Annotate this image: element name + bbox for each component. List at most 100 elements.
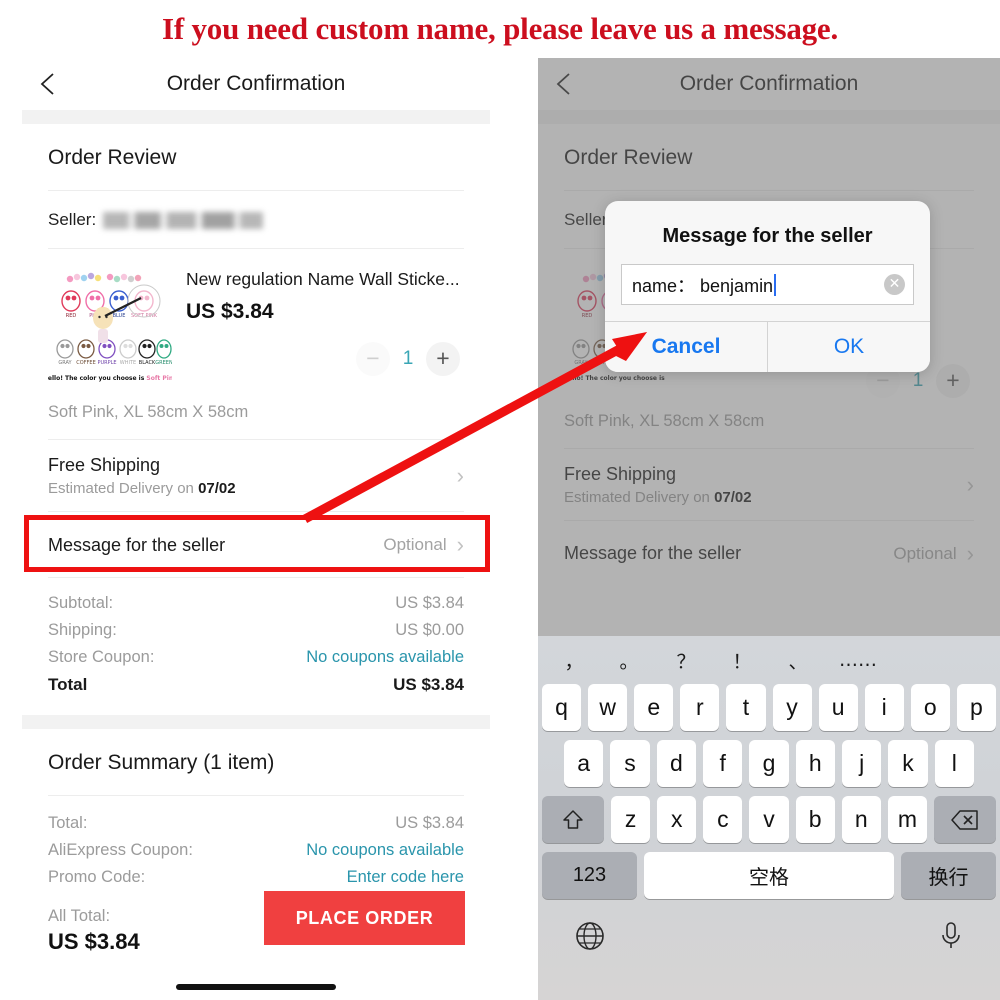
microphone-icon[interactable]: [938, 920, 964, 952]
svg-text:BLACK: BLACK: [139, 360, 156, 366]
totals-list: Subtotal: US $3.84 Shipping: US $0.00 St…: [48, 578, 464, 715]
navbar-right: Order Confirmation: [538, 58, 1000, 110]
shipping-row: Free Shipping Estimated Delivery on 07/0…: [564, 449, 974, 520]
seller-name-blurred: [103, 211, 264, 229]
key-p[interactable]: p: [956, 684, 996, 731]
summary-key: AliExpress Coupon:: [48, 841, 193, 859]
total-value: US $3.84: [395, 594, 464, 612]
total-row[interactable]: Store Coupon: No coupons available: [48, 644, 464, 671]
keyboard-row-3: z x c v b n m: [538, 796, 1000, 843]
summary-row[interactable]: Promo Code: Enter code here: [48, 864, 464, 891]
shipping-info: Free Shipping Estimated Delivery on 07/0…: [564, 464, 967, 506]
key-h[interactable]: h: [795, 740, 835, 787]
suggest-comma[interactable]: ，: [548, 647, 600, 674]
home-indicator: [176, 984, 336, 990]
summary-key: Total:: [48, 814, 88, 832]
product-variant: Soft Pink, XL 58cm X 58cm: [564, 411, 765, 430]
backspace-icon[interactable]: [933, 796, 996, 843]
chevron-left-icon[interactable]: [36, 71, 58, 97]
key-z[interactable]: z: [611, 796, 651, 843]
shipping-row[interactable]: Free Shipping Estimated Delivery on 07/0…: [48, 440, 464, 511]
suggest-question[interactable]: ？: [658, 647, 714, 674]
total-value: US $0.00: [395, 621, 464, 639]
product-row[interactable]: RED PINK BLUE SOFT PINK: [48, 249, 464, 395]
summary-row[interactable]: AliExpress Coupon: No coupons available: [48, 837, 464, 864]
key-j[interactable]: j: [841, 740, 882, 787]
suggest-exclamation[interactable]: ！: [714, 647, 770, 674]
quantity-increase-button[interactable]: +: [426, 341, 460, 376]
key-m[interactable]: m: [887, 796, 927, 843]
total-key: Total: [48, 675, 88, 694]
key-r[interactable]: r: [680, 684, 720, 731]
key-e[interactable]: e: [634, 684, 674, 731]
key-o[interactable]: o: [910, 684, 950, 731]
key-y[interactable]: y: [772, 684, 812, 731]
shipping-subtitle: Estimated Delivery on 07/02: [48, 480, 236, 497]
cancel-button[interactable]: Cancel: [605, 322, 767, 372]
onscreen-keyboard: ， 。 ？ ！ 、 …… q w e r t y u i o p a s d f…: [538, 636, 1000, 1000]
quantity-decrease-button[interactable]: −: [356, 341, 390, 376]
key-u[interactable]: u: [818, 684, 858, 731]
clear-text-icon[interactable]: ✕: [884, 274, 905, 295]
shipping-info: Free Shipping Estimated Delivery on 07/0…: [48, 455, 457, 497]
key-x[interactable]: x: [657, 796, 697, 843]
page-title: Order Confirmation: [166, 72, 346, 95]
shift-icon[interactable]: [542, 796, 604, 843]
key-f[interactable]: f: [703, 740, 743, 787]
message-for-seller-dialog: Message for the seller name： benjamin ✕ …: [605, 201, 930, 372]
keyboard-row-4: 123 空格 换行: [538, 852, 1000, 899]
svg-text:GREEN: GREEN: [155, 360, 172, 366]
keyboard-suggestion-bar: ， 。 ？ ！ 、 ……: [538, 636, 1000, 684]
total-value-link[interactable]: No coupons available: [306, 648, 464, 667]
place-order-button[interactable]: PLACE ORDER: [264, 891, 465, 945]
total-row: Subtotal: US $3.84: [48, 590, 464, 617]
svg-text:RED: RED: [66, 313, 77, 319]
svg-text:GRAY: GRAY: [58, 360, 72, 366]
key-i[interactable]: i: [864, 684, 904, 731]
key-k[interactable]: k: [888, 740, 928, 787]
nav-divider: [538, 110, 1000, 124]
summary-key: Promo Code:: [48, 868, 146, 886]
dialog-title: Message for the seller: [662, 225, 873, 247]
key-w[interactable]: w: [588, 684, 628, 731]
key-s[interactable]: s: [610, 740, 650, 787]
key-a[interactable]: a: [564, 740, 604, 787]
key-g[interactable]: g: [749, 740, 789, 787]
key-v[interactable]: v: [749, 796, 789, 843]
summary-value: US $3.84: [395, 814, 464, 832]
return-key[interactable]: 换行: [901, 852, 996, 899]
summary-value-link[interactable]: Enter code here: [347, 868, 464, 887]
key-d[interactable]: d: [656, 740, 696, 787]
product-info: New regulation Name Wall Sticke... US $3…: [172, 265, 464, 389]
ok-button[interactable]: OK: [768, 322, 930, 372]
nav-divider: [22, 110, 490, 124]
message-for-seller-value: Optional: [893, 543, 957, 563]
navbar-left: Order Confirmation: [22, 58, 490, 110]
space-key[interactable]: 空格: [644, 852, 894, 899]
message-input[interactable]: name： benjamin ✕: [621, 264, 914, 305]
section-gap: [22, 715, 490, 729]
key-t[interactable]: t: [726, 684, 766, 731]
summary-value-link[interactable]: No coupons available: [306, 841, 464, 860]
key-b[interactable]: b: [795, 796, 835, 843]
key-q[interactable]: q: [542, 684, 582, 731]
highlight-box-annotation: [24, 515, 490, 572]
key-l[interactable]: l: [934, 740, 974, 787]
chevron-left-icon[interactable]: [552, 71, 574, 97]
total-key: Shipping:: [48, 621, 117, 639]
chevron-right-icon: ›: [966, 540, 974, 566]
suggest-backtick[interactable]: 、: [770, 647, 826, 674]
quantity-value: 1: [912, 369, 924, 391]
keyboard-bottom-bar: [538, 908, 1000, 952]
chevron-right-icon: ›: [456, 463, 464, 488]
svg-text:BLUE: BLUE: [113, 313, 126, 319]
key-c[interactable]: c: [703, 796, 743, 843]
key-n[interactable]: n: [841, 796, 881, 843]
suggest-period[interactable]: 。: [600, 647, 658, 674]
globe-icon[interactable]: [574, 920, 606, 952]
numbers-key[interactable]: 123: [542, 852, 637, 899]
shipping-subtitle: Estimated Delivery on 07/02: [564, 488, 752, 506]
svg-text:Hello! The color you choose is: Hello! The color you choose is: [564, 375, 665, 382]
seller-row[interactable]: Seller:: [48, 191, 464, 248]
suggest-ellipsis[interactable]: ……: [826, 649, 890, 671]
